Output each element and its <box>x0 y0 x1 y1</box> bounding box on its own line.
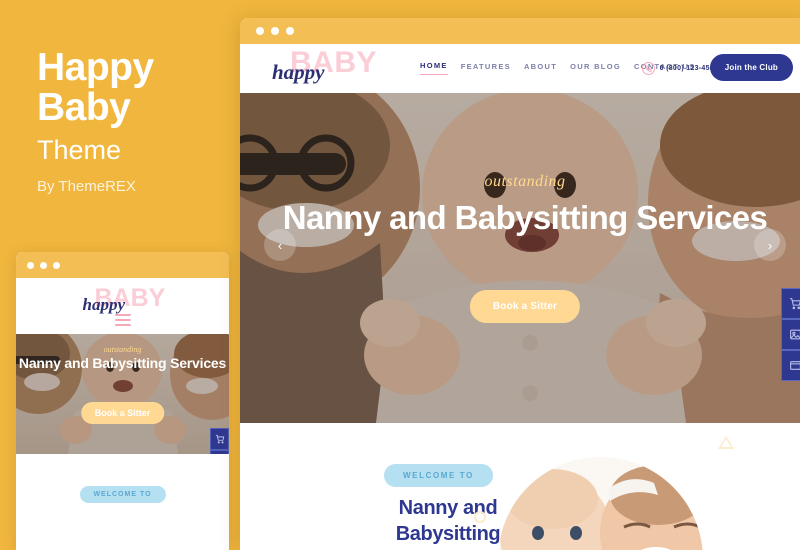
traffic-light-dot[interactable] <box>256 27 264 35</box>
mobile-logo[interactable]: BABY happy <box>78 284 168 318</box>
page-title: Happy Baby <box>37 48 227 128</box>
traffic-light-dot[interactable] <box>40 261 47 269</box>
welcome-section: WELCOME TO Nanny and Babysitting <box>240 423 800 550</box>
circle-decoration-icon <box>474 511 486 523</box>
hero-heading: Nanny and Babysitting Services <box>282 199 768 236</box>
phone-icon <box>641 62 655 75</box>
menu-item-our-blog[interactable]: OUR BLOG <box>570 62 621 75</box>
hamburger-line <box>114 319 131 321</box>
mobile-cart-icon[interactable] <box>210 428 229 450</box>
hamburger-menu-icon[interactable] <box>114 314 131 329</box>
hero-slider: outstanding Nanny and Babysitting Servic… <box>240 93 800 423</box>
promo-author: By ThemeREX <box>37 178 136 195</box>
hero-overlay <box>240 93 800 423</box>
join-the-club-button[interactable]: Join the Club <box>709 54 793 81</box>
triangle-decoration-icon <box>718 436 734 449</box>
mobile-hero-heading: Nanny and Babysitting Services <box>18 355 227 371</box>
mobile-welcome-section: WELCOME TO <box>16 454 229 550</box>
browser-chrome-bar <box>240 18 800 44</box>
hamburger-line <box>114 314 131 316</box>
traffic-light-dot[interactable] <box>53 261 60 269</box>
mobile-welcome-badge: WELCOME TO <box>79 486 166 503</box>
mobile-hero: outstanding Nanny and Babysitting Servic… <box>16 334 229 454</box>
mobile-logo-happy: happy <box>82 295 126 314</box>
traffic-light-dot[interactable] <box>286 27 294 35</box>
phone-number-text: 0 (800) 123-456 <box>659 65 714 72</box>
floating-side-buttons <box>781 288 800 381</box>
slider-prev-arrow-icon[interactable]: ‹ <box>264 229 296 261</box>
welcome-photo <box>498 457 703 550</box>
mobile-chrome-bar <box>16 252 229 278</box>
window-icon[interactable] <box>781 350 800 381</box>
site-logo[interactable]: BABY happy <box>268 46 388 88</box>
menu-item-home[interactable]: HOME <box>420 61 448 75</box>
hero-script-text: outstanding <box>484 173 566 190</box>
hamburger-line <box>114 324 131 326</box>
book-a-sitter-button[interactable]: Book a Sitter <box>469 290 581 323</box>
welcome-badge: WELCOME TO <box>384 464 493 487</box>
traffic-light-dot[interactable] <box>271 27 279 35</box>
phone-number-link[interactable]: 0 (800) 123-456 <box>641 62 714 75</box>
promo-subtitle: Theme <box>37 135 122 165</box>
promo-title-line2: Baby <box>37 86 131 129</box>
mobile-book-a-sitter-button[interactable]: Book a Sitter <box>80 402 165 424</box>
cart-icon[interactable] <box>781 288 800 319</box>
logo-happy-text: happy <box>272 60 325 84</box>
slider-next-arrow-icon[interactable]: › <box>754 229 786 261</box>
promo-title-line1: Happy <box>37 46 154 89</box>
mobile-preview-window: BABY happy outstanding Nanny and Babysit… <box>16 252 229 550</box>
browser-window: BABY happy HOME FEATURES ABOUT OUR BLOG … <box>240 18 800 550</box>
menu-item-about[interactable]: ABOUT <box>524 62 557 75</box>
traffic-light-dot[interactable] <box>27 261 34 269</box>
menu-item-features[interactable]: FEATURES <box>461 62 511 75</box>
site-navbar: BABY happy HOME FEATURES ABOUT OUR BLOG … <box>240 44 800 93</box>
mobile-header: BABY happy <box>16 278 229 334</box>
mobile-hero-script-text: outstanding <box>103 345 142 354</box>
image-icon[interactable] <box>781 319 800 350</box>
